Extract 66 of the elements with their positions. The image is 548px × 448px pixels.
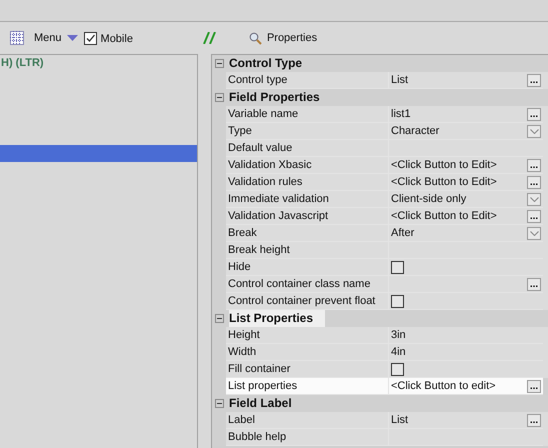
property-row[interactable]: Fill container [212, 361, 548, 378]
property-row[interactable]: Control container prevent float [212, 293, 548, 310]
property-value: <Click Button to Edit> [391, 210, 497, 222]
property-row[interactable]: Validation Xbasic <Click Button to Edit> ... [212, 157, 548, 174]
ellipsis-button[interactable]: ... [527, 380, 541, 392]
property-value: 3in [391, 329, 406, 341]
property-row[interactable]: Bubble help [212, 429, 548, 446]
chevron-icon[interactable] [530, 230, 538, 236]
property-row[interactable]: Default value [212, 140, 548, 157]
section-header[interactable]: Field Label [229, 395, 300, 412]
checkbox-label: Mobile [100, 33, 133, 45]
menu-button[interactable]: Menu [34, 32, 62, 44]
property-row[interactable]: Validation Javascript <Click Button to Edit> ... [212, 208, 548, 225]
property-row[interactable]: Width 4in [212, 344, 548, 361]
property-row[interactable]: Immediate validation Client-side only [212, 191, 548, 208]
dropdown-button[interactable] [527, 192, 541, 206]
checkbox[interactable] [391, 260, 404, 274]
property-row[interactable]: Break height [212, 242, 548, 259]
property-row[interactable]: Validation rules <Click Button to Edit> ... [212, 174, 548, 191]
tree-item[interactable]: H) (LTR) [0, 55, 197, 72]
property-row[interactable]: Hide [212, 259, 548, 276]
property-row[interactable]: Variable name list1 ... [212, 106, 548, 123]
checkbox[interactable] [391, 362, 404, 376]
ellipsis-button[interactable]: ... [527, 108, 541, 120]
property-value: 4in [391, 346, 406, 358]
property-row[interactable]: List properties <Click Button to edit> ... [212, 378, 543, 395]
property-value: List [391, 414, 408, 426]
collapse-icon[interactable] [215, 59, 224, 68]
property-value: <Click Button to edit> [391, 380, 496, 392]
ellipsis-button[interactable]: ... [527, 278, 541, 290]
property-value: <Click Button to Edit> [391, 159, 497, 171]
property-row[interactable]: Control container class name ... [212, 276, 548, 293]
slash-icon[interactable] [202, 32, 217, 44]
chevron-icon[interactable] [530, 196, 538, 202]
property-value: Character [391, 125, 440, 137]
collapse-icon[interactable] [215, 399, 224, 408]
search-icon[interactable] [248, 32, 262, 44]
property-row[interactable]: Type Character [212, 123, 548, 140]
property-label: Bubble help [226, 429, 389, 446]
section-header[interactable]: Control Type [229, 55, 310, 72]
collapse-icon[interactable] [215, 314, 224, 323]
property-value: Client-side only [391, 193, 466, 205]
ellipsis-button[interactable]: ... [527, 414, 541, 426]
property-row[interactable]: Break After [212, 225, 548, 242]
dropdown-button[interactable] [527, 226, 541, 240]
property-row[interactable]: Height 3in [212, 327, 548, 344]
property-value: list1 [391, 108, 411, 120]
section-header[interactable]: Field Properties [229, 89, 328, 106]
dropdown-button[interactable] [527, 124, 541, 138]
mobile-checkbox[interactable] [84, 32, 97, 44]
chevron-icon[interactable] [530, 128, 538, 134]
property-row[interactable]: Label List ... [212, 412, 548, 429]
grid-icon[interactable] [10, 31, 24, 45]
collapse-icon[interactable] [215, 93, 224, 102]
ellipsis-button[interactable]: ... [527, 158, 541, 172]
panel-title: Properties [266, 32, 318, 44]
property-value: After [391, 227, 414, 239]
section-header[interactable]: List Properties [229, 310, 326, 327]
property-row[interactable]: Control type List ... [212, 72, 548, 89]
ellipsis-button[interactable]: ... [527, 74, 541, 86]
ellipsis-button[interactable]: ... [527, 210, 541, 222]
property-value: List [391, 74, 408, 86]
ellipsis-button[interactable]: ... [527, 176, 541, 188]
property-value: <Click Button to Edit> [391, 176, 497, 188]
checkbox[interactable] [391, 294, 404, 308]
caret-icon[interactable] [66, 34, 78, 42]
